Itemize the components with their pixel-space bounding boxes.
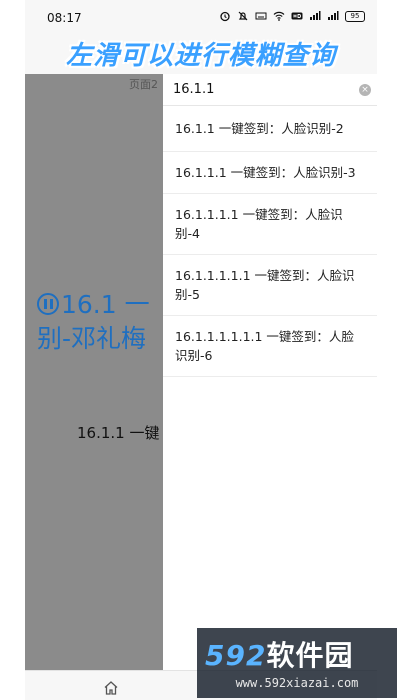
status-bar: 08:17 95 bbox=[25, 0, 377, 36]
background-title-line2: 别-邓礼梅 bbox=[37, 324, 147, 353]
status-time: 08:17 bbox=[47, 11, 82, 25]
background-title: 16.1 一 别-邓礼梅 bbox=[37, 288, 150, 356]
watermark-logo: 592软件园 bbox=[205, 634, 353, 674]
signal-icon-2 bbox=[327, 10, 339, 22]
search-bar: × bbox=[163, 74, 377, 106]
search-result-item[interactable]: 16.1.1.1.1.1 一键签到：人脸识别-5 bbox=[163, 255, 377, 316]
page-label: 页面2 bbox=[129, 78, 158, 91]
alarm-icon bbox=[219, 10, 231, 22]
status-icons: 95 bbox=[219, 10, 365, 22]
watermark-url: www.592xiazai.com bbox=[235, 676, 359, 690]
hint-banner: 左滑可以进行模糊查询 bbox=[25, 32, 377, 74]
watermark: 592软件园 www.592xiazai.com bbox=[197, 628, 397, 698]
hint-banner-text: 左滑可以进行模糊查询 bbox=[65, 40, 336, 71]
background-subtitle: 16.1.1 一键 bbox=[77, 424, 160, 442]
search-drawer: × 16.1.1 一键签到：人脸识别-2 16.1.1.1 一键签到：人脸识别-… bbox=[163, 74, 377, 670]
search-result-item[interactable]: 16.1.1.1.1.1.1 一键签到：人脸识别-6 bbox=[163, 316, 377, 377]
watermark-logo-text: 软件园 bbox=[266, 639, 354, 672]
watermark-logo-number: 592 bbox=[205, 639, 267, 672]
background-title-line1: 16.1 一 bbox=[61, 290, 150, 319]
battery-icon: 95 bbox=[345, 10, 365, 22]
hd-icon bbox=[291, 10, 303, 22]
signal-icon bbox=[309, 10, 321, 22]
phone-screen: 08:17 95 页面2 16.1 一 别-邓礼梅 16.1.1 一键 16.1… bbox=[25, 0, 377, 700]
search-result-item[interactable]: 16.1.1.1 一键签到：人脸识别-3 bbox=[163, 152, 377, 194]
mute-icon bbox=[237, 10, 249, 22]
clear-icon[interactable]: × bbox=[359, 84, 371, 96]
home-icon[interactable] bbox=[103, 680, 119, 696]
search-result-item[interactable]: 16.1.1 一键签到：人脸识别-2 bbox=[163, 106, 377, 152]
pause-icon bbox=[37, 293, 59, 315]
wifi-icon bbox=[273, 10, 285, 22]
search-input[interactable] bbox=[173, 82, 333, 97]
speed-icon bbox=[255, 10, 267, 22]
search-result-item[interactable]: 16.1.1.1.1 一键签到：人脸识别-4 bbox=[163, 194, 377, 255]
